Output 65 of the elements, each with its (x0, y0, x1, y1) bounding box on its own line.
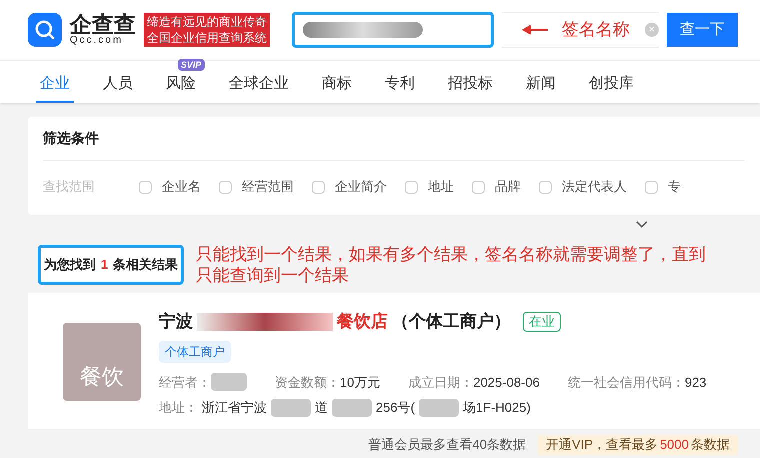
address-text: 256号( (376, 399, 416, 417)
nav-tab[interactable]: 企业 (36, 72, 74, 103)
checkbox-label: 地址 (428, 178, 454, 196)
checkbox-label: 企业简介 (335, 178, 387, 196)
scope-label: 查找范围 (43, 178, 95, 196)
slogan-banner: 缔造有远见的商业传奇 全国企业信用查询系统 (144, 13, 270, 47)
chevron-down-icon (636, 221, 648, 229)
annotation-label: 签名名称 (562, 19, 630, 42)
checkbox[interactable] (219, 180, 232, 194)
checkbox[interactable] (645, 180, 658, 194)
field-value: 923 (684, 374, 707, 392)
field-value: 2025-08-06 (473, 374, 540, 392)
result-count-suffix: 条相关结果 (113, 256, 178, 274)
result-count-number: 1 (101, 256, 108, 274)
checkbox[interactable] (139, 180, 152, 194)
nav-tab[interactable]: 商标 (318, 72, 356, 103)
vip-suffix: 条数据 (691, 436, 730, 454)
address-text: 道 (315, 399, 328, 417)
checkbox-label: 经营范围 (242, 178, 294, 196)
checkbox[interactable] (472, 180, 485, 194)
nav-tab[interactable]: 全球企业 (225, 72, 293, 103)
logo-domain: Qcc.com (70, 36, 124, 46)
filter-title: 筛选条件 (43, 117, 745, 161)
checkbox[interactable] (539, 180, 552, 194)
redacted-block (271, 398, 311, 417)
company-name[interactable]: 宁波 (159, 309, 193, 334)
annotation-note: 只能找到一个结果，如果有多个结果，签名名称就需要调整了，直到只能查询到一个结果 (196, 244, 708, 286)
nav-tab[interactable]: 新闻 (522, 72, 560, 103)
nav-tab[interactable]: 人员 (99, 72, 137, 103)
redacted-block (419, 398, 460, 417)
field-label: 成立日期： (408, 374, 474, 392)
magnifier-logo-icon (28, 13, 62, 47)
checkbox-label: 专 (668, 178, 681, 196)
address-text: 场1F-H025) (463, 399, 531, 417)
vip-count: 5000 (660, 436, 689, 454)
nav-tab[interactable]: 招投标 (444, 72, 497, 103)
address-text: 浙江省宁波 (202, 399, 267, 417)
checkbox[interactable] (312, 180, 325, 194)
type-tag: 个体工商户 (159, 340, 231, 362)
vip-banner[interactable]: 开通VIP，查看最多 5000 条数据 (538, 435, 738, 455)
result-count-prefix: 为您找到 (44, 256, 96, 274)
field-label: 经营者： (159, 374, 211, 392)
address-label: 地址： (159, 399, 198, 417)
company-type: （个体工商户） (392, 311, 511, 333)
nav-tab[interactable]: 风险 (162, 72, 200, 103)
nav-tab[interactable]: 创投库 (585, 72, 638, 103)
search-field[interactable] (292, 12, 494, 48)
logo-text: 企查查 (70, 14, 136, 36)
checkbox-label: 法定代表人 (562, 178, 627, 196)
checkbox-label: 企业名 (162, 178, 201, 196)
company-name-highlight[interactable]: 餐饮店 (337, 309, 388, 334)
status-tag: 在业 (523, 312, 561, 332)
checkbox[interactable] (405, 180, 418, 194)
vip-text: 开通VIP，查看最多 (546, 436, 658, 454)
arrow-left-icon (522, 25, 548, 35)
svip-badge: SVIP (178, 59, 205, 71)
search-button[interactable]: 查一下 (667, 13, 738, 47)
field-value: 10万元 (340, 374, 380, 392)
field-label: 资金数额： (275, 374, 340, 392)
company-logo: 餐饮 (63, 323, 141, 401)
checkbox-label: 品牌 (495, 178, 521, 196)
redacted-block (332, 398, 372, 417)
nav-tab[interactable]: 专利 (381, 72, 419, 103)
field-label: 统一社会信用代码： (568, 374, 685, 392)
member-limit-text: 普通会员最多查看40条数据 (368, 436, 526, 454)
